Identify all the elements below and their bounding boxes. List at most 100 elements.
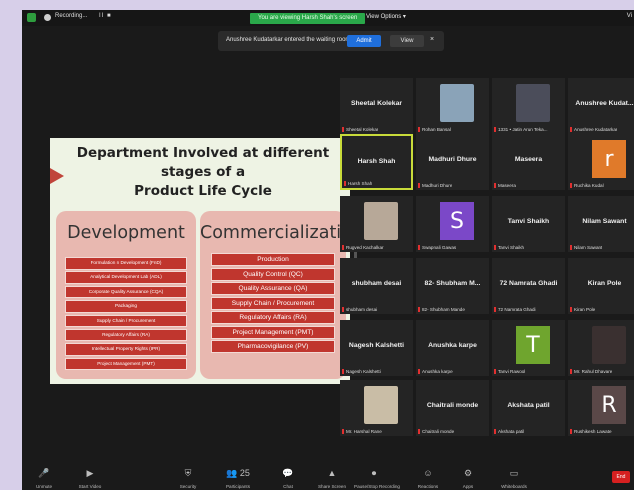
participant-label: Rohan Bansal: [418, 127, 451, 132]
view-button[interactable]: Vi: [627, 13, 632, 19]
participant-label: Harsh Shah: [344, 181, 372, 186]
participant-avatar-initial: r: [592, 140, 626, 178]
participant-tile[interactable]: 1331 • Jatin Arun Teka...: [492, 78, 565, 134]
development-item: Project Management (PMT): [65, 357, 187, 371]
view-options-dropdown[interactable]: View Options ▾: [366, 13, 406, 20]
toolbar-label: Reactions: [417, 484, 439, 489]
toolbar-icon: ▶: [86, 468, 94, 478]
participant-tile[interactable]: Sheetal Kolekar Sheetal Kolekar: [340, 78, 413, 134]
participant-name: Sheetal Kolekar: [351, 100, 402, 107]
muted-mic-icon: [494, 429, 496, 434]
toolbar-label: Start Video: [78, 484, 102, 489]
slide-title-line-2: Product Life Cycle: [134, 183, 272, 199]
slide-title-line-1: Department Involved at different stages …: [76, 145, 330, 180]
participant-tile[interactable]: Harsh Shah Harsh Shah: [340, 134, 413, 190]
muted-mic-icon: [570, 245, 572, 250]
development-item: Regulatory Affairs (RA): [65, 328, 187, 342]
participant-tile[interactable]: Tanvi Shaikh Tanvi Shaikh: [492, 196, 565, 252]
participant-tile[interactable]: Kiran Pole Kiran Pole: [568, 258, 634, 314]
development-item: Intellectual Property Rights (IPR): [65, 343, 187, 356]
viewing-screen-banner: You are viewing Harsh Shah's screen: [250, 13, 366, 24]
toolbar-label: Whiteboards: [501, 484, 527, 489]
commercialization-item: Pharmacovigilance (PV): [211, 340, 335, 353]
participant-tile[interactable]: shubham desai shubham desai: [340, 258, 413, 314]
toolbar-label: Security: [179, 484, 197, 489]
toolbar-button-participants[interactable]: 👥 25 Participants: [218, 467, 258, 489]
participant-tile[interactable]: Nilam Sawant Nilam Sawant: [568, 196, 634, 252]
security-shield-icon: [27, 13, 36, 22]
participant-tile[interactable]: Anushka karpe Anushka karpe: [416, 320, 489, 376]
view-waiting-room-button[interactable]: View: [390, 35, 424, 47]
muted-mic-icon: [570, 429, 572, 434]
participant-tile[interactable]: Mr. Rahul Dhavare: [568, 320, 634, 376]
close-icon[interactable]: ×: [430, 36, 434, 43]
muted-mic-icon: [342, 429, 344, 434]
participant-tile[interactable]: Rugved Kachalkar: [340, 196, 413, 252]
toolbar-button-chat[interactable]: 💬 Chat: [268, 467, 308, 489]
commercialization-item: Project Management (PMT): [211, 325, 335, 339]
participant-label: Anushree Kudatarkar: [570, 127, 617, 132]
toolbar-button-security[interactable]: ⛨ Security: [168, 467, 208, 489]
participant-tile[interactable]: Chaitrali monde Chaitrali monde: [416, 380, 489, 436]
muted-mic-icon: [344, 181, 346, 186]
participant-label: Tanvi Shaikh: [494, 245, 524, 250]
commercialization-panel: Commercialization Production Quality Cont…: [200, 211, 363, 379]
participant-label: Akshata patil: [494, 429, 524, 434]
participant-tile[interactable]: 82- Shubham M... 82- Shubham Mande: [416, 258, 489, 314]
muted-mic-icon: [418, 429, 420, 434]
participant-name: Tanvi Shaikh: [507, 218, 550, 225]
toolbar-button-unmute[interactable]: 🎤 Unmute: [24, 467, 64, 489]
notification-message: Anushree Kudatarkar entered the waiting …: [226, 37, 351, 43]
participant-name: Nagesh Kalshetti: [348, 342, 405, 349]
participant-label: Ruchika Kudal: [570, 183, 604, 188]
participant-label: Mr. Harshal Rane: [342, 429, 382, 434]
toolbar-button-share-screen[interactable]: ▲ Share Screen: [312, 467, 352, 489]
commercialization-heading: Commercialization: [200, 223, 363, 243]
participant-label: 72 Namrata Ghadi: [494, 307, 536, 312]
participant-name: Akshata patil: [507, 402, 550, 409]
muted-mic-icon: [418, 369, 420, 374]
recording-pause-stop-controls[interactable]: II ■: [99, 13, 112, 19]
participant-tile[interactable]: Mr. Harshal Rane: [340, 380, 413, 436]
toolbar-button-pause-stop-recording[interactable]: ⏺ Pause/Stop Recording: [354, 467, 400, 489]
top-bar: Recording... II ■ You are viewing Harsh …: [22, 10, 634, 26]
muted-mic-icon: [494, 245, 496, 250]
participant-tile[interactable]: S Swapnali Gawas: [416, 196, 489, 252]
admit-button[interactable]: Admit: [347, 35, 381, 47]
participant-tile[interactable]: Maseera Maseera: [492, 134, 565, 190]
participant-tile[interactable]: Madhuri Dhure Madhuri Dhure: [416, 134, 489, 190]
muted-mic-icon: [494, 183, 496, 188]
toolbar-button-whiteboards[interactable]: ▭ Whiteboards: [494, 467, 534, 489]
shared-screen-slide: Department Involved at different stages …: [50, 138, 363, 384]
participant-label: 82- Shubham Mande: [418, 307, 465, 312]
recording-icon: [44, 14, 51, 21]
muted-mic-icon: [494, 127, 496, 132]
muted-mic-icon: [418, 245, 420, 250]
toolbar-label: Chat: [283, 484, 293, 489]
participant-tile[interactable]: r Ruchika Kudal: [568, 134, 634, 190]
participant-tile[interactable]: Rohan Bansal: [416, 78, 489, 134]
participant-name: 72 Namrata Ghadi: [499, 280, 558, 287]
participant-tile[interactable]: Nagesh Kalshetti Nagesh Kalshetti: [340, 320, 413, 376]
commercialization-item: Quality Control (QC): [211, 267, 335, 281]
end-meeting-button[interactable]: End: [612, 471, 630, 483]
muted-mic-icon: [570, 369, 572, 374]
toolbar-button-start-video[interactable]: ▶ Start Video: [70, 467, 110, 489]
waiting-room-notification: Anushree Kudatarkar entered the waiting …: [218, 31, 444, 51]
toolbar-icon: 💬: [282, 468, 294, 478]
participant-label: Sheetal Kolekar: [342, 127, 378, 132]
toolbar-button-apps[interactable]: ⚙ Apps: [448, 467, 488, 489]
toolbar-button-reactions[interactable]: ☺ Reactions: [408, 467, 448, 489]
participant-avatar-initial: T: [516, 326, 550, 364]
participant-tile[interactable]: Anushree Kudat... Anushree Kudatarkar: [568, 78, 634, 134]
participant-tile[interactable]: T Tanvi Rawool: [492, 320, 565, 376]
participant-tile[interactable]: R Rushikesh Lawate: [568, 380, 634, 436]
participant-photo: [364, 202, 398, 240]
participant-tile[interactable]: Akshata patil Akshata patil: [492, 380, 565, 436]
muted-mic-icon: [342, 307, 344, 312]
slide-title: Department Involved at different stages …: [62, 144, 344, 201]
participant-label: Nilam Sawant: [570, 245, 602, 250]
participant-tile[interactable]: 72 Namrata Ghadi 72 Namrata Ghadi: [492, 258, 565, 314]
commercialization-item: Production: [211, 253, 335, 266]
toolbar-icon: ⚙: [463, 468, 473, 478]
